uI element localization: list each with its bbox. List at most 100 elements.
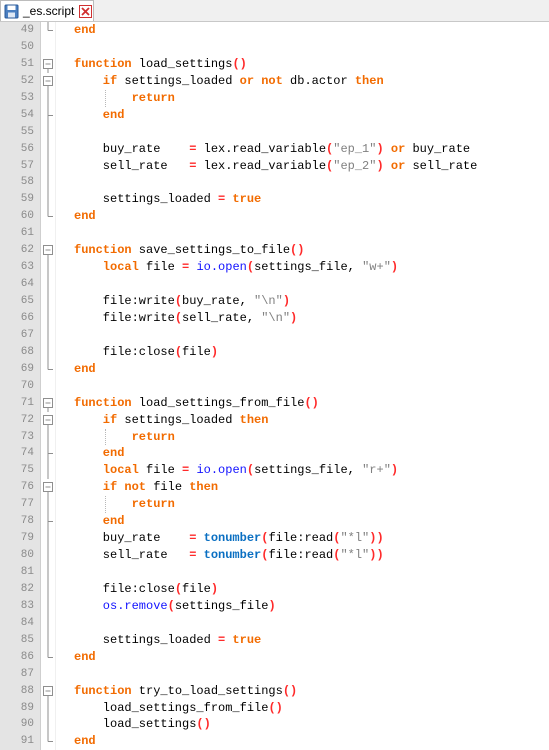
code-line[interactable]: 69 end [0,360,549,378]
code-editor[interactable]: _es.script 49 end 50 51 function load_settin… [0,0,549,750]
code-line[interactable]: 74 end [0,445,549,463]
code-line[interactable]: 62 function save_settings_to_file() [0,242,549,260]
tab-es-script[interactable]: _es.script [0,0,94,21]
fold-toggle-icon[interactable] [41,242,55,260]
code-token: file:read [268,531,334,546]
code-text[interactable]: end [103,445,125,462]
code-text[interactable]: buy_rate = tonumber(file:read("*l")) [103,530,384,547]
code-line[interactable]: 89 load_settings_from_file() [0,699,549,717]
code-line[interactable]: 54 end [0,106,549,124]
code-line[interactable]: 66 file:write(sell_rate, "\n") [0,309,549,327]
code-text[interactable]: end [74,733,96,750]
code-line[interactable]: 55 [0,123,549,141]
code-line[interactable]: 78 end [0,513,549,531]
code-line[interactable]: 83 os.remove(settings_file) [0,597,549,615]
code-line[interactable]: 59 settings_loaded = true [0,191,549,209]
code-line[interactable]: 79 buy_rate = tonumber(file:read("*l")) [0,530,549,548]
code-line[interactable]: 86 end [0,648,549,666]
code-token: end [74,209,96,224]
code-token: save_settings_to_file [131,243,291,258]
code-text[interactable]: local file = io.open(settings_file, "r+"… [103,462,398,479]
code-text[interactable]: sell_rate = tonumber(file:read("*l")) [103,547,384,564]
code-line[interactable]: 60 end [0,208,549,225]
code-line[interactable]: 88 function try_to_load_settings() [0,683,549,700]
code-line[interactable]: 91 end [0,733,549,750]
code-token: file [138,463,183,478]
code-text[interactable]: if settings_loaded then [103,412,269,429]
code-token: ) [376,141,384,156]
fold-toggle-icon[interactable] [41,479,55,497]
code-line[interactable]: 61 [0,225,549,242]
line-number: 86 [20,650,34,663]
code-text[interactable]: function save_settings_to_file() [74,242,304,259]
line-number: 64 [20,278,34,291]
code-text[interactable]: end [74,22,96,39]
code-text[interactable]: file:close(file) [103,344,218,361]
code-line[interactable]: 68 file:close(file) [0,343,549,361]
code-line[interactable]: 56 buy_rate = lex.read_variable("ep_1") o… [0,140,549,158]
code-text[interactable]: os.remove(settings_file) [103,598,276,615]
code-line[interactable]: 70 [0,378,549,395]
line-number: 83 [20,599,34,612]
code-text[interactable]: file:close(file) [103,581,218,598]
code-token: db.actor [282,73,355,88]
fold-toggle-icon[interactable] [41,683,55,700]
code-line[interactable]: 58 [0,174,549,192]
code-text[interactable]: return [132,429,175,446]
fold-toggle-icon[interactable] [41,56,55,73]
code-text[interactable]: if not file then [103,479,218,496]
code-text[interactable]: settings_loaded = true [103,191,261,208]
code-line[interactable]: 63 local file = io.open(settings_file, "w… [0,259,549,277]
code-text[interactable]: function load_settings_from_file() [74,395,319,412]
code-text[interactable]: if settings_loaded or not db.actor then [103,73,384,90]
code-text[interactable]: local file = io.open(settings_file, "w+"… [103,259,398,276]
code-token: ( [246,260,255,275]
code-line[interactable]: 57 sell_rate = lex.read_variable("ep_2") … [0,157,549,175]
code-line[interactable]: 73 return [0,428,549,446]
code-line[interactable]: 49 end [0,22,549,39]
code-token: load_settings [102,717,197,732]
code-line[interactable]: 90 load_settings() [0,716,549,734]
code-line[interactable]: 53 return [0,89,549,107]
code-text[interactable]: return [132,496,175,513]
code-line[interactable]: 80 sell_rate = tonumber(file:read("*l")) [0,547,549,565]
code-line[interactable]: 85 settings_loaded = true [0,631,549,649]
code-line[interactable]: 77 return [0,496,549,514]
code-text[interactable]: end [103,513,125,530]
code-text[interactable]: buy_rate = lex.read_variable("ep_1") or … [103,141,470,158]
code-text[interactable]: settings_loaded = true [103,632,261,649]
code-text[interactable]: load_settings() [103,716,211,733]
code-line[interactable]: 52 if settings_loaded or not db.actor the… [0,73,549,90]
code-line[interactable]: 65 file:write(buy_rate, "\n") [0,293,549,310]
fold-toggle-icon[interactable] [41,412,55,429]
code-text[interactable]: return [132,90,175,107]
code-line[interactable]: 71 function load_settings_from_file() [0,395,549,412]
code-text[interactable]: sell_rate = lex.read_variable("ep_2") or… [103,158,478,175]
code-line[interactable]: 75 local file = io.open(settings_file, "r… [0,462,549,480]
fold-toggle-icon[interactable] [41,73,55,90]
code-text[interactable]: function try_to_load_settings() [74,683,297,700]
code-line[interactable]: 72 if settings_loaded then [0,412,549,429]
code-line[interactable]: 64 [0,276,549,294]
code-line[interactable]: 67 [0,326,549,344]
code-text[interactable]: function load_settings() [74,56,247,73]
code-line[interactable]: 51 function load_settings() [0,56,549,73]
code-text[interactable]: load_settings_from_file() [103,700,283,717]
code-text[interactable]: end [74,208,96,225]
fold-toggle-icon[interactable] [41,395,55,412]
code-line[interactable]: 84 [0,614,549,632]
code-line[interactable]: 50 [0,39,549,56]
code-token: tonumber [203,531,262,546]
code-line[interactable]: 76 if not file then [0,479,549,497]
code-line[interactable]: 87 [0,666,549,683]
code-text[interactable]: end [103,107,125,124]
code-token: sell_rate [102,548,190,563]
code-line[interactable]: 81 [0,564,549,581]
code-text[interactable]: end [74,361,96,378]
code-line[interactable]: 82 file:close(file) [0,580,549,598]
code-text[interactable]: file:write(buy_rate, "\n") [103,293,290,310]
code-text[interactable]: file:write(sell_rate, "\n") [103,310,297,327]
code-lines[interactable]: 49 end 50 51 function load_settings() 52 if se… [0,22,549,750]
code-text[interactable]: end [74,649,96,666]
close-icon[interactable] [79,4,93,18]
